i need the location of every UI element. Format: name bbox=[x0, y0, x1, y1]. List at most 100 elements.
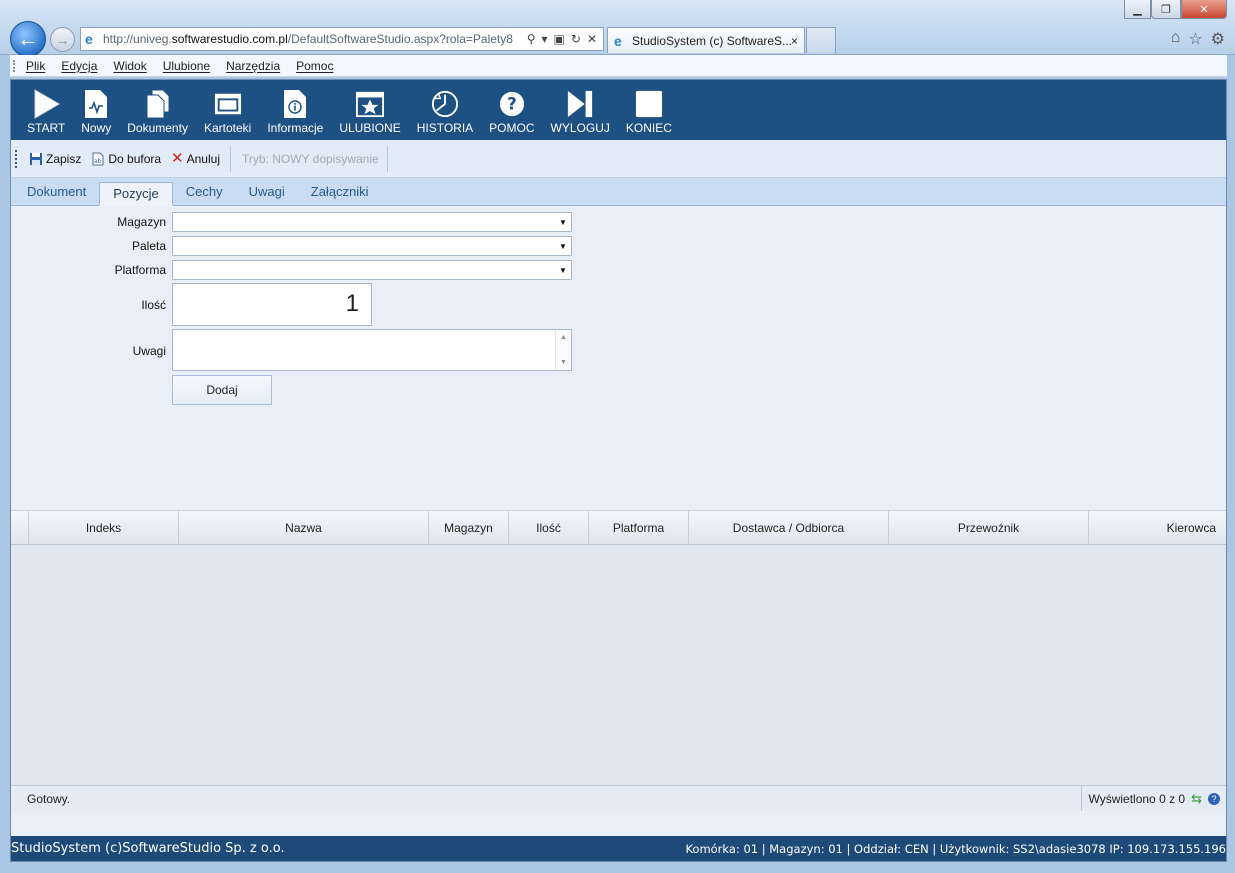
ilosc-label: Ilość bbox=[141, 298, 166, 312]
chevron-down-icon[interactable]: ▼ bbox=[555, 261, 571, 279]
minimize-button[interactable]: ▁ bbox=[1124, 0, 1151, 19]
floppy-disk-icon bbox=[30, 152, 42, 165]
new-document-icon bbox=[82, 89, 110, 119]
scroll-down-icon[interactable]: ▼ bbox=[560, 359, 567, 366]
column-przewoznik[interactable]: Przewoźnik bbox=[889, 511, 1089, 544]
tab-cechy[interactable]: Cechy bbox=[173, 181, 236, 205]
command-grip bbox=[15, 149, 18, 168]
notes-scrollbar[interactable]: ▲ ▼ bbox=[555, 330, 571, 370]
play-icon bbox=[32, 89, 61, 119]
toolbar-koniec[interactable]: KONIEC bbox=[618, 80, 680, 140]
favorites-star-icon[interactable]: ☆ bbox=[1188, 29, 1202, 49]
search-icon[interactable]: ⚲ bbox=[527, 32, 536, 46]
toolbar-kartoteki[interactable]: Kartoteki bbox=[196, 80, 259, 140]
menu-grip bbox=[13, 60, 16, 72]
add-button[interactable]: Dodaj bbox=[172, 375, 272, 405]
grid-row-selector-header bbox=[11, 511, 29, 544]
quantity-input[interactable]: 1 bbox=[172, 283, 372, 326]
grid-body[interactable] bbox=[11, 545, 1226, 785]
command-separator bbox=[229, 145, 231, 172]
mode-indicator: Tryb: NOWY dopisywanie bbox=[241, 151, 379, 166]
main-toolbar: START Nowy Dokumenty Kartoteki Informacj… bbox=[11, 80, 1226, 140]
menu-edycja[interactable]: Edycja bbox=[61, 59, 97, 73]
menu-widok[interactable]: Widok bbox=[113, 59, 146, 73]
tab-close-icon[interactable]: × bbox=[791, 34, 798, 48]
toolbar-dokumenty-label: Dokumenty bbox=[127, 121, 188, 135]
toolbar-start-label: START bbox=[27, 121, 66, 135]
menu-bar: Plik Edycja Widok Ulubione Narzędzia Pom… bbox=[10, 55, 1227, 77]
command-bar: Zapisz ab Do bufora ✕ Anuluj Tryb: NOWY … bbox=[11, 140, 1226, 178]
refresh-icon[interactable]: ↻ bbox=[571, 32, 581, 46]
ie-page-icon: e bbox=[85, 31, 93, 47]
address-bar[interactable]: e http://univeg.softwarestudio.com.pl/De… bbox=[80, 27, 604, 51]
close-window-button[interactable]: ✕ bbox=[1181, 0, 1227, 19]
toolbar-start[interactable]: START bbox=[19, 80, 73, 140]
menu-pomoc[interactable]: Pomoc bbox=[296, 59, 333, 73]
forward-button[interactable]: → bbox=[50, 27, 75, 52]
column-ilosc[interactable]: Ilość bbox=[509, 511, 589, 544]
scroll-up-icon[interactable]: ▲ bbox=[560, 334, 567, 341]
menu-ulubione[interactable]: Ulubione bbox=[163, 59, 210, 73]
buffer-document-icon: ab bbox=[92, 152, 104, 165]
to-buffer-button[interactable]: ab Do bufora bbox=[88, 150, 164, 168]
compatibility-icon[interactable]: ▣ bbox=[554, 32, 565, 46]
paleta-combo[interactable]: ▼ bbox=[172, 236, 572, 256]
column-dostawca-odbiorca[interactable]: Dostawca / Odbiorca bbox=[689, 511, 889, 544]
restore-button[interactable]: ❐ bbox=[1151, 0, 1181, 19]
column-indeks[interactable]: Indeks bbox=[29, 511, 179, 544]
menu-plik[interactable]: Plik bbox=[26, 59, 45, 73]
home-icon[interactable]: ⌂ bbox=[1171, 29, 1181, 49]
toolbar-pomoc[interactable]: ? POMOC bbox=[481, 80, 542, 140]
toolbar-wyloguj[interactable]: WYLOGUJ bbox=[543, 80, 618, 140]
toolbar-ulubione[interactable]: ULUBIONE bbox=[331, 80, 408, 140]
help-circle-icon[interactable]: ? bbox=[1208, 792, 1220, 805]
column-platforma[interactable]: Platforma bbox=[589, 511, 689, 544]
refresh-arrows-icon[interactable]: ⇆ bbox=[1191, 791, 1202, 807]
record-count: Wyświetlono 0 z 0 bbox=[1088, 791, 1186, 806]
platforma-combo[interactable]: ▼ bbox=[172, 260, 572, 280]
settings-gear-icon[interactable]: ⚙ bbox=[1211, 29, 1225, 49]
magazyn-combo[interactable]: ▼ bbox=[172, 212, 572, 232]
cancel-x-icon: ✕ bbox=[171, 149, 184, 167]
address-url[interactable]: http://univeg.softwarestudio.com.pl/Defa… bbox=[103, 32, 527, 46]
paleta-label: Paleta bbox=[131, 239, 166, 253]
browser-tab[interactable]: e StudioSystem (c) SoftwareS... × bbox=[607, 27, 805, 53]
tab-pozycje[interactable]: Pozycje bbox=[99, 182, 173, 206]
column-nazwa[interactable]: Nazwa bbox=[179, 511, 429, 544]
save-button[interactable]: Zapisz bbox=[26, 150, 84, 168]
column-magazyn[interactable]: Magazyn bbox=[429, 511, 509, 544]
tab-dokument[interactable]: Dokument bbox=[14, 181, 99, 205]
toolbar-dokumenty[interactable]: Dokumenty bbox=[119, 80, 196, 140]
notes-textarea[interactable]: ▲ ▼ bbox=[172, 329, 572, 371]
stop-icon[interactable]: ✕ bbox=[587, 32, 597, 46]
chevron-down-icon[interactable]: ▼ bbox=[555, 213, 571, 231]
chevron-down-icon[interactable]: ▼ bbox=[555, 237, 571, 255]
menu-narzedzia[interactable]: Narzędzia bbox=[226, 59, 280, 73]
stop-icon bbox=[635, 89, 663, 119]
tab-uwagi[interactable]: Uwagi bbox=[236, 181, 298, 205]
toolbar-historia[interactable]: HISTORIA bbox=[409, 80, 481, 140]
uwagi-label: Uwagi bbox=[132, 344, 166, 358]
column-kierowca[interactable]: Kierowca bbox=[1089, 511, 1226, 544]
save-label: Zapisz bbox=[46, 151, 82, 166]
dropdown-icon[interactable]: ▾ bbox=[542, 32, 548, 46]
cancel-button[interactable]: ✕ Anuluj bbox=[168, 150, 223, 168]
toolbar-nowy-label: Nowy bbox=[81, 121, 112, 135]
new-tab-button[interactable] bbox=[806, 27, 836, 53]
status-text: Gotowy. bbox=[27, 791, 71, 806]
toolbar-ulubione-label: ULUBIONE bbox=[339, 121, 401, 135]
back-button[interactable]: ← bbox=[10, 21, 46, 57]
toolbar-pomoc-label: POMOC bbox=[489, 121, 535, 135]
toolbar-koniec-label: KONIEC bbox=[625, 121, 672, 135]
toolbar-informacje[interactable]: Informacje bbox=[259, 80, 331, 140]
status-bar: Gotowy. Wyświetlono 0 z 0 ⇆ ? bbox=[11, 785, 1226, 811]
footer-bar: StudioSystem (c)SoftwareStudio Sp. z o.o… bbox=[11, 836, 1226, 861]
application-frame: START Nowy Dokumenty Kartoteki Informacj… bbox=[10, 79, 1227, 862]
tab-page-icon: e bbox=[614, 32, 622, 49]
footer-copyright: StudioSystem (c)SoftwareStudio Sp. z o.o… bbox=[11, 841, 285, 856]
tab-zalaczniki[interactable]: Załączniki bbox=[298, 181, 382, 205]
window-icon bbox=[214, 89, 242, 119]
toolbar-nowy[interactable]: Nowy bbox=[73, 80, 119, 140]
magazyn-label: Magazyn bbox=[117, 215, 166, 229]
history-icon bbox=[431, 89, 459, 119]
